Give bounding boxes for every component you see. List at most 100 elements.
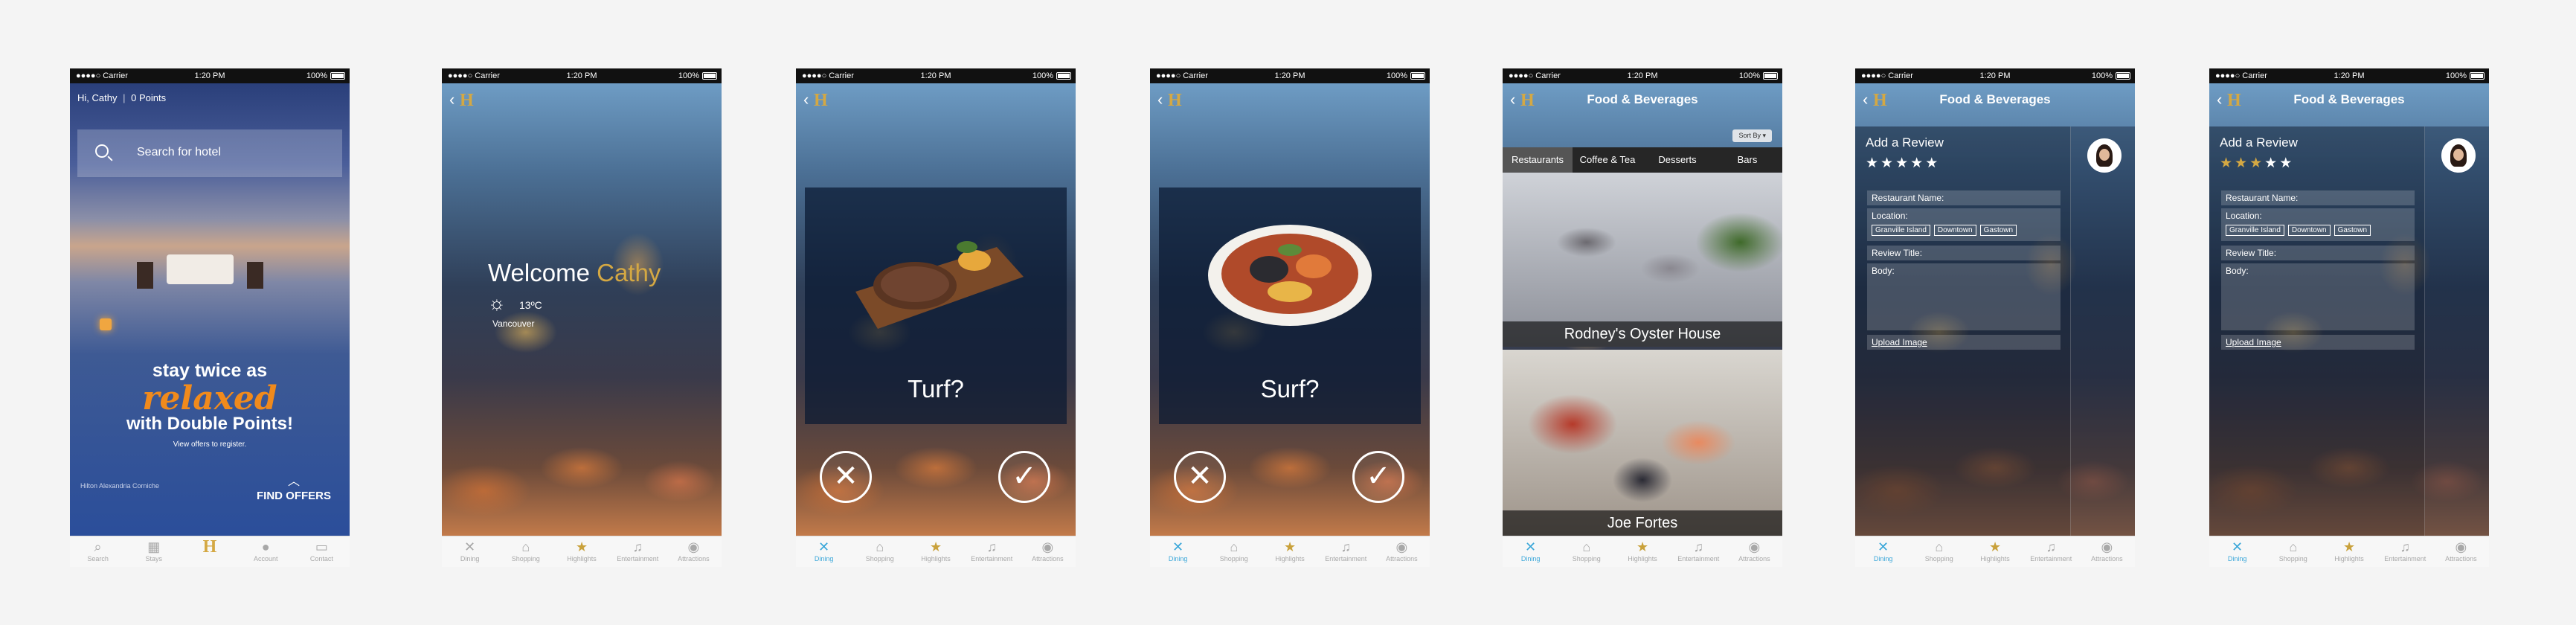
tab-attractions[interactable]: ◉ Attractions — [1727, 536, 1782, 567]
tab-account[interactable]: ● Account — [238, 536, 294, 567]
rating-star-icon[interactable]: ★ — [2264, 156, 2279, 171]
review-body-field[interactable]: Body: — [2221, 263, 2415, 330]
tab-shopping[interactable]: ⌂ Shopping — [1558, 536, 1614, 567]
attractions-icon: ◉ — [1041, 539, 1054, 554]
tab-dining[interactable]: ✕ Dining — [1503, 536, 1558, 567]
status-bar: ●●●●○ Carrier 1:20 PM 100% — [1503, 68, 1782, 83]
reject-button[interactable]: ✕ — [820, 451, 872, 503]
upload-image-link[interactable]: Upload Image — [1867, 335, 2061, 350]
rating-star-icon[interactable]: ★ — [2235, 156, 2249, 171]
tab-coffee-tea[interactable]: Coffee & Tea — [1573, 147, 1642, 173]
tab-dining[interactable]: ✕ Dining — [1150, 536, 1206, 567]
shopping-bag-icon: ⌂ — [1230, 539, 1239, 554]
star-rating[interactable]: ★★★★★ — [1866, 155, 1940, 172]
tab-desserts[interactable]: Desserts — [1642, 147, 1712, 173]
tab-shopping[interactable]: ⌂ Shopping — [2265, 536, 2321, 567]
tab-stays[interactable]: ▦ Stays — [126, 536, 182, 567]
phone-review-rated-screen: ●●●●○ Carrier 1:20 PM 100% ‹ H Food & Be… — [2209, 68, 2489, 567]
rating-star-icon[interactable]: ★ — [2220, 156, 2235, 171]
home-content: Hi, Cathy | 0 Points Search for hotel st… — [70, 83, 350, 536]
tab-entertainment[interactable]: ♫ Entertainment — [1671, 536, 1727, 567]
temperature: 13ºC — [519, 299, 542, 311]
tab-entertainment[interactable]: ♫ Entertainment — [2377, 536, 2433, 567]
tab-dining[interactable]: ✕ Dining — [796, 536, 852, 567]
review-title-field[interactable]: Review Title: — [2221, 246, 2415, 260]
star-rating-rated[interactable]: ★★★★★ — [2220, 155, 2294, 172]
tab-entertainment[interactable]: ♫ Entertainment — [2023, 536, 2079, 567]
accept-button[interactable]: ✓ — [998, 451, 1050, 503]
rating-star-icon[interactable]: ★ — [1866, 156, 1880, 171]
rating-star-icon[interactable]: ★ — [1925, 156, 1940, 171]
tab-attractions[interactable]: ◉ Attractions — [1374, 536, 1430, 567]
location-chip[interactable]: Granville Island — [2226, 225, 2284, 236]
tab-bars[interactable]: Bars — [1712, 147, 1782, 173]
tab-highlights[interactable]: ★ Highlights — [908, 536, 963, 567]
tab-shopping[interactable]: ⌂ Shopping — [852, 536, 908, 567]
reject-button[interactable]: ✕ — [1174, 451, 1226, 503]
swipe-card-surf[interactable]: Surf? — [1159, 188, 1421, 424]
tab-attractions[interactable]: ◉ Attractions — [1020, 536, 1076, 567]
swipe-card-turf[interactable]: Turf? — [805, 188, 1067, 424]
back-chevron-icon[interactable]: ‹ — [803, 92, 809, 108]
tab-shopping[interactable]: ⌂ Shopping — [1206, 536, 1262, 567]
attractions-icon: ◉ — [687, 539, 700, 554]
tab-highlights[interactable]: ★ Highlights — [1614, 536, 1670, 567]
accept-button[interactable]: ✓ — [1352, 451, 1404, 503]
rating-star-icon[interactable]: ★ — [1880, 156, 1895, 171]
sun-icon: ☼ — [488, 292, 506, 314]
tab-highlights[interactable]: ★ Highlights — [2321, 536, 2377, 567]
music-note-icon: ♫ — [2400, 539, 2410, 554]
restaurant-name-field[interactable]: Restaurant Name: — [2221, 190, 2415, 205]
review-title-field[interactable]: Review Title: — [1867, 246, 2061, 260]
restaurant-name: Joe Fortes — [1503, 510, 1782, 536]
tab-highlights[interactable]: ★ Highlights — [1262, 536, 1317, 567]
back-chevron-icon[interactable]: ‹ — [1157, 92, 1163, 108]
restaurant-card[interactable]: Joe Fortes — [1503, 350, 1782, 536]
status-bar: ●●●●○ Carrier 1:20 PM 100% — [70, 68, 350, 83]
tab-shopping[interactable]: ⌂ Shopping — [498, 536, 553, 567]
avatar — [2087, 138, 2121, 173]
location-chip[interactable]: Gastown — [1979, 225, 2017, 236]
tab-restaurants[interactable]: Restaurants — [1503, 147, 1573, 173]
tab-attractions[interactable]: ◉ Attractions — [2433, 536, 2489, 567]
tab-dining[interactable]: ✕ Dining — [2209, 536, 2265, 567]
status-bar: ●●●●○ Carrier 1:20 PM 100% — [1150, 68, 1430, 83]
location-chip[interactable]: Gastown — [2334, 225, 2371, 236]
search-bar[interactable]: Search for hotel — [77, 129, 342, 177]
upload-image-link[interactable]: Upload Image — [2221, 335, 2415, 350]
rating-star-icon[interactable]: ★ — [1910, 156, 1925, 171]
rating-star-icon[interactable]: ★ — [1895, 156, 1910, 171]
tab-dining[interactable]: ✕ Dining — [1855, 536, 1911, 567]
tab-entertainment[interactable]: ♫ Entertainment — [1318, 536, 1374, 567]
food-list-content: ‹ H Food & Beverages Sort By ▾ Restauran… — [1503, 83, 1782, 536]
fork-knife-icon: ✕ — [464, 539, 476, 554]
tab-attractions[interactable]: ◉ Attractions — [666, 536, 722, 567]
calendar-icon: ▦ — [147, 539, 161, 554]
back-chevron-icon[interactable]: ‹ — [449, 92, 455, 108]
find-offers-button[interactable]: ︿ FIND OFFERS — [253, 476, 335, 503]
tab-search[interactable]: ⌕ Search — [70, 536, 126, 567]
tab-shopping[interactable]: ⌂ Shopping — [1911, 536, 1967, 567]
tab-contact[interactable]: ▭ Contact — [294, 536, 350, 567]
tab-entertainment[interactable]: ♫ Entertainment — [610, 536, 666, 567]
tab-dining[interactable]: ✕ Dining — [442, 536, 498, 567]
location-chip[interactable]: Downtown — [2287, 225, 2331, 236]
restaurant-card[interactable]: Rodney's Oyster House — [1503, 173, 1782, 347]
rating-star-icon[interactable]: ★ — [2279, 156, 2294, 171]
rating-star-icon[interactable]: ★ — [2249, 156, 2264, 171]
review-form: Add a Review ★★★★★ Restaurant Name: Loca… — [1855, 126, 2135, 536]
location-chip[interactable]: Granville Island — [1872, 225, 1930, 236]
status-bar: ●●●●○ Carrier 1:20 PM 100% — [2209, 68, 2489, 83]
fork-knife-icon: ✕ — [1525, 539, 1537, 554]
restaurant-name-field[interactable]: Restaurant Name: — [1867, 190, 2061, 205]
sort-dropdown[interactable]: Sort By ▾ — [1732, 129, 1772, 142]
tab-attractions[interactable]: ◉ Attractions — [2079, 536, 2135, 567]
tab-highlights[interactable]: ★ Highlights — [1967, 536, 2023, 567]
tab-home[interactable]: H — [182, 536, 237, 567]
review-body-field[interactable]: Body: — [1867, 263, 2061, 330]
location-chip[interactable]: Downtown — [1933, 225, 1976, 236]
tab-entertainment[interactable]: ♫ Entertainment — [964, 536, 1020, 567]
chevron-down-icon: ▾ — [1762, 132, 1766, 139]
welcome-heading: Welcome Cathy — [488, 259, 661, 286]
tab-highlights[interactable]: ★ Highlights — [553, 536, 609, 567]
